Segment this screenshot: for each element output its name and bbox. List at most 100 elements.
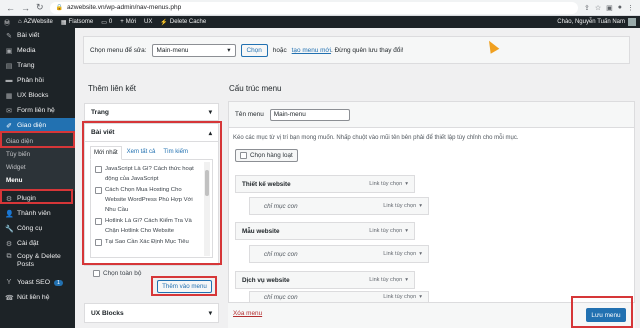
chevron-down-icon[interactable]: ▾ [419, 251, 422, 257]
menu-structure-heading: Cấu trúc menu [229, 84, 282, 93]
chevron-down-icon: ▾ [208, 109, 212, 116]
phone-icon: ☎ [5, 294, 14, 302]
chevron-down-icon[interactable]: ▾ [419, 294, 422, 300]
account-menu[interactable]: Chào, Nguyễn Tuấn Nam [557, 18, 636, 26]
browser-toolbar: ← → ↻ 🔒 azwebsite.vn/wp-admin/nav-menus.… [0, 0, 640, 16]
select-all-option[interactable]: Chọn toàn bộ [93, 270, 141, 277]
sidebar-item-label: UX Blocks [17, 92, 49, 99]
new-link[interactable]: + Mới [120, 19, 136, 25]
profile-icon[interactable]: ● [618, 4, 622, 11]
blocks-icon: ▦ [5, 92, 13, 100]
tab-most-recent[interactable]: Mới nhất [90, 146, 122, 160]
select-all-checkbox[interactable] [93, 270, 100, 277]
menu-name-input[interactable]: Main-menu [269, 108, 350, 121]
delete-menu-link[interactable]: Xóa menu [233, 310, 262, 317]
list-item[interactable]: Cách Chọn Mua Hosting Cho Website WordPr… [95, 185, 200, 215]
chevron-down-icon[interactable]: ▾ [405, 181, 408, 187]
mail-icon: ✉ [6, 107, 12, 115]
menu-item[interactable]: Thiết kế website Link tùy chọn ▾ [235, 175, 415, 193]
menu-item-type: Link tùy chọn [383, 203, 417, 209]
add-to-menu-button[interactable]: Thêm vào menu [157, 280, 212, 293]
menu-item-title: Thiết kế website [242, 180, 291, 188]
scrollbar-thumb[interactable] [205, 170, 209, 196]
sidebar-item-copy-delete[interactable]: ⧉ Copy & Delete Posts [0, 251, 75, 275]
submenu-item-themes[interactable]: Giao diện [0, 136, 75, 149]
posts-list: JavaScript Là Gì? Cách thức hoạt động củ… [90, 160, 213, 258]
sidebar-item-comments[interactable]: ▬ Phản hồi [0, 73, 75, 88]
share-icon[interactable]: ⇪ [584, 4, 590, 12]
arrow-right-icon[interactable]: → [21, 3, 30, 13]
menu-item-type: Link tùy chọn [369, 277, 403, 283]
menu-item[interactable]: Mẫu website Link tùy chọn ▾ [235, 222, 415, 240]
bulk-select-label: Chọn hàng loạt [250, 152, 293, 159]
ux-builder-label: UX [144, 19, 153, 25]
list-item[interactable]: Tại Sao Cần Xác Định Mục Tiêu [95, 237, 200, 247]
sidebar-item-settings[interactable]: ⚙ Cài đặt [0, 236, 75, 251]
post-checkbox[interactable] [95, 166, 102, 173]
tool-icon: 🔧 [5, 225, 14, 233]
user-icon: 👤 [5, 210, 14, 218]
posts-panel-header[interactable]: Bài viết ▴ [85, 124, 218, 142]
posts-tabs: Mới nhất Xem tất cả Tìm kiếm [90, 146, 213, 160]
sidebar-item-pages[interactable]: ▤ Trang [0, 58, 75, 73]
brush-icon: ✐ [6, 122, 12, 130]
posts-panel-title: Bài viết [91, 129, 115, 136]
site-name-link[interactable]: ⌂ AZWebsite [18, 19, 53, 25]
sidebar-item-plugins[interactable]: ⚙ Plugin [0, 191, 75, 206]
sidebar-item-label: Media [17, 47, 36, 54]
submenu-item-widgets[interactable]: Widget [0, 162, 75, 175]
theme-link[interactable]: ▦ Flatsome [61, 19, 93, 26]
sidebar-item-posts[interactable]: ✎ Bài viết [0, 28, 75, 43]
post-checkbox[interactable] [95, 218, 102, 225]
extension-icon[interactable]: ▣ [606, 4, 613, 12]
wordpress-logo-icon[interactable]: Ⓦ [4, 18, 10, 27]
menu-item-child[interactable]: chỉ mục con Link tùy chọn ▾ [249, 197, 429, 215]
tab-view-all[interactable]: Xem tất cả [124, 146, 159, 159]
submenu-item-menus[interactable]: Menu [0, 175, 75, 188]
post-checkbox[interactable] [95, 239, 102, 246]
pages-panel-title: Trang [91, 108, 109, 116]
post-checkbox[interactable] [95, 187, 102, 194]
bulk-select-button[interactable]: Chọn hàng loạt [235, 149, 298, 162]
create-menu-link[interactable]: tạo menu mới [292, 47, 331, 54]
sidebar-item-contact-form[interactable]: ✉ Form liên hệ [0, 103, 75, 118]
ux-blocks-panel[interactable]: UX Blocks ▾ [84, 303, 219, 323]
select-menu-button[interactable]: Chọn [240, 43, 268, 57]
posts-scrollbar[interactable] [204, 162, 210, 256]
chevron-down-icon[interactable]: ▾ [419, 203, 422, 209]
theme-name: Flatsome [68, 19, 94, 25]
sidebar-item-label: Yoast SEO [17, 279, 50, 286]
comments-link[interactable]: ▭ 0 [101, 19, 112, 26]
chevron-down-icon[interactable]: ▾ [405, 277, 408, 283]
bulk-select-checkbox[interactable] [240, 152, 247, 159]
sidebar-item-ux-blocks[interactable]: ▦ UX Blocks [0, 88, 75, 103]
menu-item-child[interactable]: chỉ mục con Link tùy chọn ▾ [249, 245, 429, 263]
tab-search[interactable]: Tìm kiếm [160, 146, 191, 159]
admin-bar: Ⓦ ⌂ AZWebsite ▦ Flatsome ▭ 0 + Mới UX ⚡ … [0, 16, 640, 28]
or-text: hoặc [272, 46, 287, 54]
sidebar-item-label: Giao diện [17, 122, 47, 129]
sidebar-item-label: Thành viên [17, 210, 51, 217]
star-icon[interactable]: ☆ [595, 4, 601, 12]
chevron-down-icon[interactable]: ▾ [405, 228, 408, 234]
sidebar-item-yoast[interactable]: Y Yoast SEO 1 [0, 275, 75, 290]
list-item[interactable]: Hotlink Là Gì? Cách Kiểm Tra Và Chặn Hot… [95, 216, 200, 236]
sidebar-item-users[interactable]: 👤 Thành viên [0, 206, 75, 221]
sidebar-item-tools[interactable]: 🔧 Công cụ [0, 221, 75, 236]
delete-cache-link[interactable]: ⚡ Delete Cache [160, 19, 206, 26]
sidebar-item-contact-button[interactable]: ☎ Nút liên hệ [0, 290, 75, 305]
sidebar-item-appearance[interactable]: ✐ Giao diện [0, 118, 75, 133]
more-icon[interactable]: ⋮ [627, 4, 634, 12]
reload-icon[interactable]: ↻ [36, 2, 44, 13]
ux-builder-link[interactable]: UX [144, 19, 152, 25]
submenu-item-customize[interactable]: Tùy biến [0, 149, 75, 162]
save-menu-button[interactable]: Lưu menu [586, 308, 626, 322]
sidebar-item-media[interactable]: ▣ Media [0, 43, 75, 58]
address-bar[interactable]: 🔒 azwebsite.vn/wp-admin/nav-menus.php [49, 1, 578, 14]
list-item[interactable]: JavaScript Là Gì? Cách thức hoạt động củ… [95, 164, 200, 184]
menu-select[interactable]: Main-menu ▾ [151, 43, 236, 57]
menu-item[interactable]: Dịch vụ website Link tùy chọn ▾ [235, 271, 415, 289]
pages-panel[interactable]: Trang ▾ [84, 103, 219, 121]
menu-select-bar: Chọn menu để sửa: Main-menu ▾ Chọn hoặc t… [83, 36, 630, 64]
arrow-left-icon[interactable]: ← [6, 3, 15, 13]
